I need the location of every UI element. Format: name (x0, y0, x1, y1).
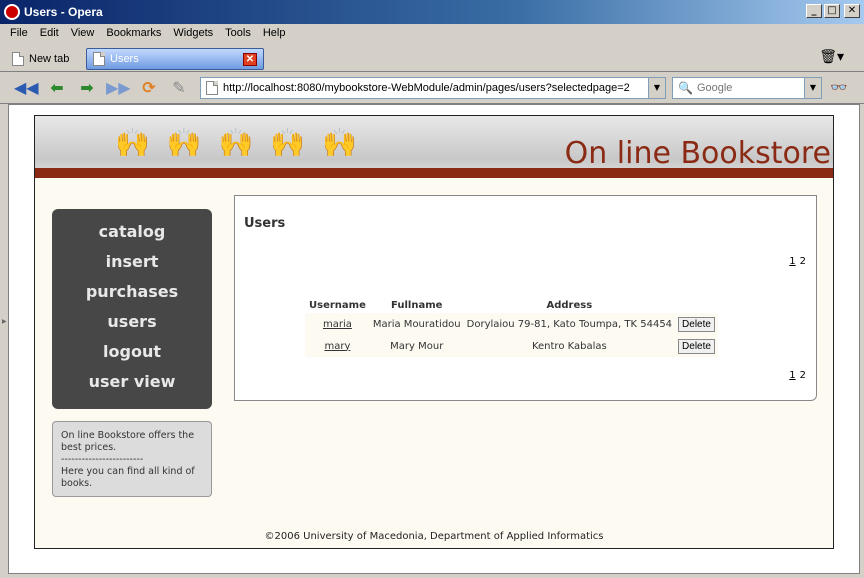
web-page: 🙌 🙌 🙌 🙌 🙌 On line Bookstore catalog inse… (34, 115, 834, 549)
page-current-2: 2 (799, 370, 806, 381)
menu-edit[interactable]: Edit (34, 24, 65, 44)
search-engine-dropdown[interactable]: ▼ (804, 78, 821, 98)
page-link-1[interactable]: 1 (789, 370, 795, 381)
nav-users[interactable]: users (52, 311, 212, 341)
pager-bottom: 12 (789, 370, 806, 381)
banner-people-image: 🙌 🙌 🙌 🙌 🙌 (115, 126, 361, 159)
title-bar: Users - Opera _ □ ✕ (0, 0, 864, 24)
address-bar[interactable]: ▼ (200, 77, 666, 99)
info-separator: ------------------------ (61, 454, 144, 465)
nav-purchases[interactable]: purchases (52, 281, 212, 311)
banner-stripe (35, 168, 833, 178)
table-row: mary Mary Mour Kentro Kabalas Delete (305, 335, 718, 357)
close-window-button[interactable]: ✕ (844, 4, 860, 18)
nav-logout[interactable]: logout (52, 341, 212, 371)
column-address: Address (546, 300, 593, 311)
delete-button[interactable]: Delete (678, 316, 715, 332)
new-tab-button[interactable]: New tab (6, 48, 82, 70)
trash-icon[interactable]: 🗑▾ (819, 49, 844, 65)
new-page-icon (12, 52, 24, 66)
back-arrow-icon[interactable]: ⬅ (46, 78, 68, 98)
page-icon (206, 81, 218, 95)
info-box: On line Bookstore offers the best prices… (52, 421, 212, 497)
maximize-button[interactable]: □ (824, 4, 840, 18)
users-panel: Users 12 Username Fullname Address maria… (234, 195, 817, 401)
tab-bar: New tab Users ✕ 🗑▾ (0, 44, 864, 72)
search-bar[interactable]: 🔍 ▼ (672, 77, 822, 99)
menu-widgets[interactable]: Widgets (167, 24, 219, 44)
address-cell: Kentro Kabalas (463, 335, 676, 357)
fullname-cell: Maria Mouratidou (372, 318, 461, 330)
username-link[interactable]: maria (323, 319, 352, 330)
users-table: Username Fullname Address maria Maria Mo… (305, 298, 718, 357)
tab-users-label: Users (110, 53, 139, 65)
navigation-toolbar: ◀◀ ⬅ ➡ ▶▶ ⟳ ✎ ▼ 🔍 ▼ 👓 (0, 72, 864, 104)
close-tab-button[interactable]: ✕ (243, 53, 257, 66)
pager-top: 12 (789, 256, 806, 267)
menu-file[interactable]: File (4, 24, 34, 44)
fullname-cell: Mary Mour (390, 340, 444, 352)
edit-pen-icon[interactable]: ✎ (168, 78, 190, 98)
page-title: Users (244, 216, 286, 231)
panel-toggle-grip[interactable]: ▶ (0, 104, 8, 574)
tab-users[interactable]: Users ✕ (86, 48, 264, 70)
view-glasses-icon[interactable]: 👓 (830, 80, 847, 96)
search-input[interactable] (696, 82, 807, 94)
delete-button[interactable]: Delete (678, 338, 715, 354)
new-tab-label: New tab (29, 53, 70, 65)
column-fullname: Fullname (391, 300, 443, 311)
rewind-icon[interactable]: ◀◀ (14, 78, 39, 98)
page-link-1[interactable]: 1 (789, 256, 795, 267)
minimize-button[interactable]: _ (806, 4, 822, 18)
site-banner: 🙌 🙌 🙌 🙌 🙌 On line Bookstore (35, 116, 833, 178)
username-link[interactable]: mary (324, 341, 350, 352)
menu-bar: File Edit View Bookmarks Widgets Tools H… (0, 24, 864, 44)
menu-tools[interactable]: Tools (219, 24, 257, 44)
site-nav-menu: catalog insert purchases users logout us… (52, 209, 212, 409)
address-cell: Dorylaiou 79-81, Kato Toumpa, TK 54454 (463, 313, 676, 335)
page-icon (93, 52, 105, 66)
search-icon: 🔍 (678, 81, 693, 95)
nav-insert[interactable]: insert (52, 251, 212, 281)
opera-logo-icon (4, 4, 20, 20)
table-header-row: Username Fullname Address (305, 298, 718, 313)
window-title: Users - Opera (24, 5, 103, 19)
menu-help[interactable]: Help (257, 24, 292, 44)
address-dropdown-button[interactable]: ▼ (648, 78, 665, 98)
menu-view[interactable]: View (65, 24, 101, 44)
info-line-2: Here you can find all kind of books. (61, 466, 195, 489)
menu-bookmarks[interactable]: Bookmarks (100, 24, 167, 44)
fast-forward-icon[interactable]: ▶▶ (106, 78, 131, 98)
url-input[interactable] (223, 82, 633, 94)
nav-catalog[interactable]: catalog (52, 221, 212, 251)
forward-arrow-icon[interactable]: ➡ (76, 78, 98, 98)
site-footer: ©2006 University of Macedonia, Departmen… (264, 531, 604, 542)
nav-user-view[interactable]: user view (52, 371, 212, 401)
column-username: Username (309, 300, 366, 311)
page-current-2: 2 (799, 256, 806, 267)
site-brand: On line Bookstore (564, 136, 831, 171)
reload-icon[interactable]: ⟳ (138, 78, 160, 98)
table-row: maria Maria Mouratidou Dorylaiou 79-81, … (305, 313, 718, 335)
info-line-1: On line Bookstore offers the best prices… (61, 430, 195, 453)
